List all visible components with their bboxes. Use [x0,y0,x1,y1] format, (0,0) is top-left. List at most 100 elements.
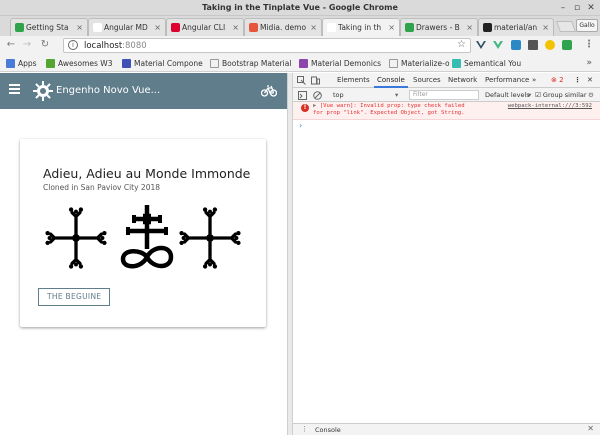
occitan-cross-icon [45,205,109,271]
tab-label: Angular MD [104,23,148,32]
bookmark-item[interactable]: Materialize-o [389,59,450,68]
console-settings-gear-icon[interactable]: ⚙ [588,91,594,99]
tab-performance[interactable]: Performance [485,76,529,84]
vue-devtools-extension-icon[interactable] [476,40,486,50]
device-toolbar-icon[interactable] [311,76,320,85]
error-text: ▶ [Vue warn]: Invalid prop: type check f… [313,103,465,116]
back-icon[interactable]: ← [5,39,17,51]
log-levels-dropdown[interactable]: Default levels [485,91,530,99]
profile-button[interactable]: Gallo [576,19,598,32]
hamburger-menu-icon[interactable] [9,84,20,94]
site-info-icon[interactable]: i [68,40,78,50]
console-toolbar: top ▾ Filter Default levels ▾ ☑ Group si… [293,88,600,102]
window-titlebar: Taking in the Tinplate Vue - Google Chro… [0,0,600,16]
bookmarks-bar: Apps Awesomes W3 Material Compone Bootst… [0,56,600,72]
browser-tab[interactable]: material/an × [478,18,554,36]
app-bar: Engenho Novo Vue... [0,73,287,109]
maximize-icon[interactable]: ▫ [572,3,582,13]
console-prompt[interactable]: › [299,121,302,130]
occitan-cross-icon [177,205,243,271]
browser-tab-active[interactable]: Taking in th × [322,18,400,36]
close-tab-icon[interactable]: × [388,19,395,36]
reload-icon[interactable]: ↻ [39,39,51,51]
console-error-message: ! ▶ [Vue warn]: Invalid prop: type check… [293,102,600,120]
devtools-menu-icon[interactable]: ⋮ [574,76,581,84]
tab-network[interactable]: Network [448,76,477,84]
tab-label: Taking in th [338,23,382,32]
close-devtools-icon[interactable]: ✕ [587,76,593,84]
devtools-panel: Elements Console Sources Network Perform… [293,73,600,435]
tab-favicon-icon [483,23,492,32]
error-source-link[interactable]: webpack-internal:///3:592 [508,103,592,109]
close-drawer-icon[interactable]: ✕ [587,424,594,433]
tab-console[interactable]: Console [374,76,408,88]
bookmark-item[interactable]: Bootstrap Material [210,59,291,68]
minimize-icon[interactable]: – [558,3,568,13]
tab-label: Midia. demo [260,23,307,32]
close-tab-icon[interactable]: × [76,19,83,36]
bookmark-item[interactable]: Material Demonics [299,59,381,68]
browser-tab[interactable]: Getting Sta × [10,18,88,36]
close-window-icon[interactable]: ✕ [586,3,596,13]
tab-favicon-icon [405,23,414,32]
app-title: Engenho Novo Vue... [56,85,161,96]
browser-tab[interactable]: Drawers - B × [400,18,478,36]
tab-strip: Getting Sta × Angular MD × Angular CLI ×… [0,16,600,36]
content-card: Adieu, Adieu au Monde Immonde Cloned in … [20,139,266,327]
more-tabs-icon[interactable]: » [532,76,536,84]
error-icon: ! [301,104,309,112]
forward-icon[interactable]: → [21,39,33,51]
close-tab-icon[interactable]: × [542,19,549,36]
the-beguine-button[interactable]: THE BEGUINE [38,288,111,306]
error-count-badge[interactable]: ⊗ 2 [551,76,564,84]
close-tab-icon[interactable]: × [466,19,473,36]
menu-kebab-icon[interactable]: ⋮ [583,39,595,51]
vue-extension-icon[interactable] [493,40,503,50]
tab-favicon-icon [249,23,258,32]
tab-label: Angular CLI [182,23,226,32]
browser-tab[interactable]: Midia. demo × [244,18,322,36]
page-icon [210,59,219,68]
tab-sources[interactable]: Sources [413,76,441,84]
bookmark-apps[interactable]: Apps [6,59,37,68]
close-tab-icon[interactable]: × [232,19,239,36]
bookmarks-more-icon[interactable]: » [586,58,592,68]
address-bar[interactable]: i localhost:8080 ☆ [63,38,471,53]
tab-favicon-icon [93,23,102,32]
extension-icon[interactable] [511,40,521,50]
context-selector[interactable]: top [333,91,344,99]
browser-tab[interactable]: Angular MD × [88,18,166,36]
new-tab-button[interactable] [555,21,577,32]
bookmark-item[interactable]: Awesomes W3 [46,59,112,68]
extension-icon[interactable] [528,40,538,50]
bookmark-item[interactable]: Semantical You [452,59,521,68]
extension-icon[interactable] [545,40,555,50]
show-drawer-icon[interactable] [298,91,307,100]
bookmark-star-icon[interactable]: ☆ [457,39,466,50]
clear-console-icon[interactable] [313,91,322,100]
apps-grid-icon [6,59,15,68]
context-dropdown-icon[interactable]: ▾ [395,91,398,99]
drawer-menu-icon[interactable]: ⋮ [301,425,308,433]
tab-favicon-icon [171,23,180,32]
group-similar-checkbox[interactable]: ☑ Group similar [535,91,587,99]
tab-label: Getting Sta [26,23,69,32]
inspect-element-icon[interactable] [297,76,306,85]
bookmark-item[interactable]: Material Compone [122,59,203,68]
tab-elements[interactable]: Elements [337,76,370,84]
card-subtitle: Cloned in San Paviov City 2018 [43,183,161,192]
page-icon [389,59,398,68]
drawer-tab-console[interactable]: Console [315,426,341,434]
browser-tab[interactable]: Angular CLI × [166,18,244,36]
gear-logo-icon [33,81,53,101]
close-tab-icon[interactable]: × [310,19,317,36]
bookmark-favicon-icon [299,59,308,68]
extension-icon[interactable] [562,40,572,50]
bicycle-icon[interactable] [261,83,277,97]
console-filter-input[interactable]: Filter [409,90,479,100]
levels-dropdown-icon[interactable]: ▾ [528,91,531,99]
close-tab-icon[interactable]: × [154,19,161,36]
window-title: Taking in the Tinplate Vue - Google Chro… [202,3,398,12]
card-title: Adieu, Adieu au Monde Immonde [43,166,251,181]
tab-label: Drawers - B [416,23,460,32]
